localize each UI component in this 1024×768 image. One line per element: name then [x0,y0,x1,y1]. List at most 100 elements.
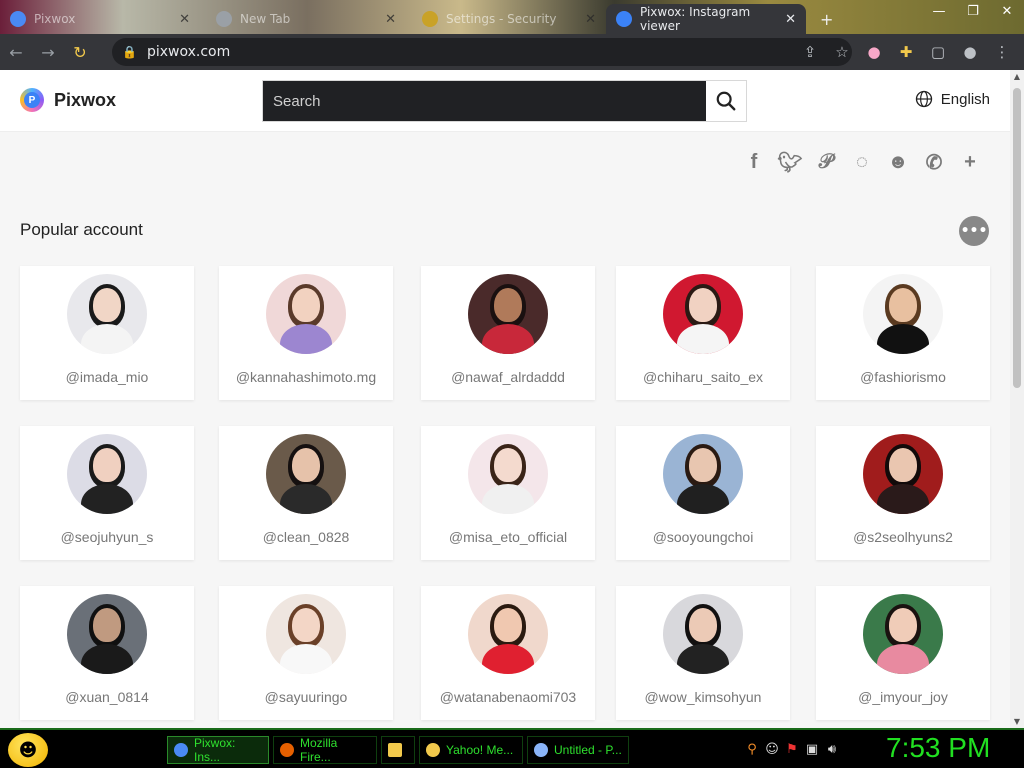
account-handle[interactable]: @chiharu_saito_ex [616,369,790,385]
browser-tab-active[interactable]: Pixwox: Instagram viewer ✕ [606,4,806,34]
browser-tab[interactable]: Pixwox ✕ [0,4,200,34]
account-card[interactable]: @chiharu_saito_ex [616,266,790,400]
account-handle[interactable]: @clean_0828 [219,529,393,545]
account-card[interactable]: @fashiorismo [816,266,990,400]
whatsapp-icon[interactable]: ◌ [844,148,880,176]
pinterest-icon[interactable]: 𝒫 [808,148,844,176]
taskbar-task[interactable]: Pixwox: Ins... [167,736,269,764]
site-logo[interactable]: P Pixwox [20,88,116,112]
network-icon[interactable]: ▣ [802,738,822,760]
account-handle[interactable]: @kannahashimoto.mg [219,369,393,385]
close-icon[interactable]: ✕ [385,12,396,27]
more-options-button[interactable]: ••• [959,216,989,246]
reload-icon[interactable]: ↻ [64,36,96,68]
share-page-icon[interactable]: ⇪ [794,38,826,66]
page-scrollbar[interactable]: ▲ ▼ [1010,70,1024,728]
plus-icon[interactable]: + [952,148,988,176]
minimize-icon[interactable]: — [922,0,956,22]
account-handle[interactable]: @s2seolhyuns2 [816,529,990,545]
os-taskbar: ☻ Pixwox: Ins... Mozilla Fire... Yahoo! … [0,728,1024,768]
avatar[interactable] [468,434,548,514]
account-card[interactable]: @imada_mio [20,266,194,400]
avatar[interactable] [67,434,147,514]
system-tray: ⚲ ☺ ⚑ ▣ 🔊︎ [742,738,842,760]
account-card[interactable]: @xuan_0814 [20,586,194,720]
taskbar-clock[interactable]: 7:53 PM [886,732,990,764]
account-card[interactable]: @kannahashimoto.mg [219,266,393,400]
avatar[interactable] [67,274,147,354]
account-card[interactable]: @watanabenaomi703 [421,586,595,720]
avatar[interactable] [266,434,346,514]
volume-icon[interactable]: 🔊︎ [822,738,842,760]
avatar[interactable] [663,594,743,674]
side-panel-icon[interactable]: ▢ [922,38,954,66]
account-handle[interactable]: @_imyour_joy [816,689,990,705]
menu-kebab-icon[interactable]: ⋮ [986,38,1018,66]
account-handle[interactable]: @nawaf_alrdaddd [421,369,595,385]
account-handle[interactable]: @misa_eto_official [421,529,595,545]
taskbar-task[interactable]: Mozilla Fire... [273,736,377,764]
avatar[interactable] [266,594,346,674]
maximize-icon[interactable]: ❐ [956,0,990,22]
window-close-icon[interactable]: ✕ [990,0,1024,22]
browser-tab[interactable]: Settings - Security ✕ [412,4,606,34]
account-handle[interactable]: @sooyoungchoi [616,529,790,545]
avatar[interactable] [663,274,743,354]
account-card[interactable]: @sooyoungchoi [616,426,790,560]
paint-icon [534,743,548,757]
search-icon[interactable]: ⚲ [742,738,762,760]
account-card[interactable]: @nawaf_alrdaddd [421,266,595,400]
taskbar-task[interactable]: Yahoo! Me... [419,736,523,764]
account-card[interactable]: @seojuhyun_s [20,426,194,560]
address-bar[interactable]: 🔒 pixwox.com [112,38,852,66]
scroll-up-arrow-icon[interactable]: ▲ [1010,72,1024,81]
close-icon[interactable]: ✕ [585,12,596,27]
facebook-icon[interactable]: f [736,148,772,176]
account-handle[interactable]: @seojuhyun_s [20,529,194,545]
account-card[interactable]: @clean_0828 [219,426,393,560]
account-card[interactable]: @misa_eto_official [421,426,595,560]
messenger-tray-icon[interactable]: ☺ [762,738,782,760]
start-button[interactable]: ☻ [8,733,48,767]
search-button[interactable] [706,81,746,121]
close-icon[interactable]: ✕ [179,12,190,27]
account-card[interactable]: @s2seolhyuns2 [816,426,990,560]
twitter-icon[interactable]: 🐦︎ [772,148,808,176]
account-card[interactable]: @sayuuringo [219,586,393,720]
account-handle[interactable]: @xuan_0814 [20,689,194,705]
new-tab-button[interactable]: + [810,4,840,34]
forward-arrow-icon[interactable]: → [32,36,64,68]
account-card[interactable]: @wow_kimsohyun [616,586,790,720]
bookmark-star-icon[interactable]: ☆ [826,38,858,66]
language-selector[interactable]: English [915,90,990,108]
browser-tab[interactable]: New Tab ✕ [206,4,406,34]
scrollbar-thumb[interactable] [1013,88,1021,388]
avatar[interactable] [863,434,943,514]
avatar[interactable] [468,274,548,354]
avatar[interactable] [266,274,346,354]
account-handle[interactable]: @imada_mio [20,369,194,385]
profile-avatar-icon[interactable]: ● [954,38,986,66]
flag-extension-icon[interactable]: ● [858,38,890,66]
account-handle[interactable]: @fashiorismo [816,369,990,385]
avatar[interactable] [663,434,743,514]
extensions-puzzle-icon[interactable]: ✚ [890,38,922,66]
account-handle[interactable]: @watanabenaomi703 [421,689,595,705]
taskbar-task[interactable] [381,736,415,764]
close-icon[interactable]: ✕ [785,12,796,27]
avatar-face [93,448,121,482]
avatar[interactable] [863,594,943,674]
search-input[interactable] [263,81,706,121]
avatar[interactable] [468,594,548,674]
account-card[interactable]: @_imyour_joy [816,586,990,720]
avatar[interactable] [863,274,943,354]
account-handle[interactable]: @wow_kimsohyun [616,689,790,705]
messenger-icon[interactable]: ✆ [916,148,952,176]
account-handle[interactable]: @sayuuringo [219,689,393,705]
reddit-icon[interactable]: ☻ [880,148,916,176]
avatar[interactable] [67,594,147,674]
back-arrow-icon[interactable]: ← [0,36,32,68]
scroll-down-arrow-icon[interactable]: ▼ [1010,717,1024,726]
action-center-flag-icon[interactable]: ⚑ [782,738,802,760]
taskbar-task[interactable]: Untitled - P... [527,736,629,764]
